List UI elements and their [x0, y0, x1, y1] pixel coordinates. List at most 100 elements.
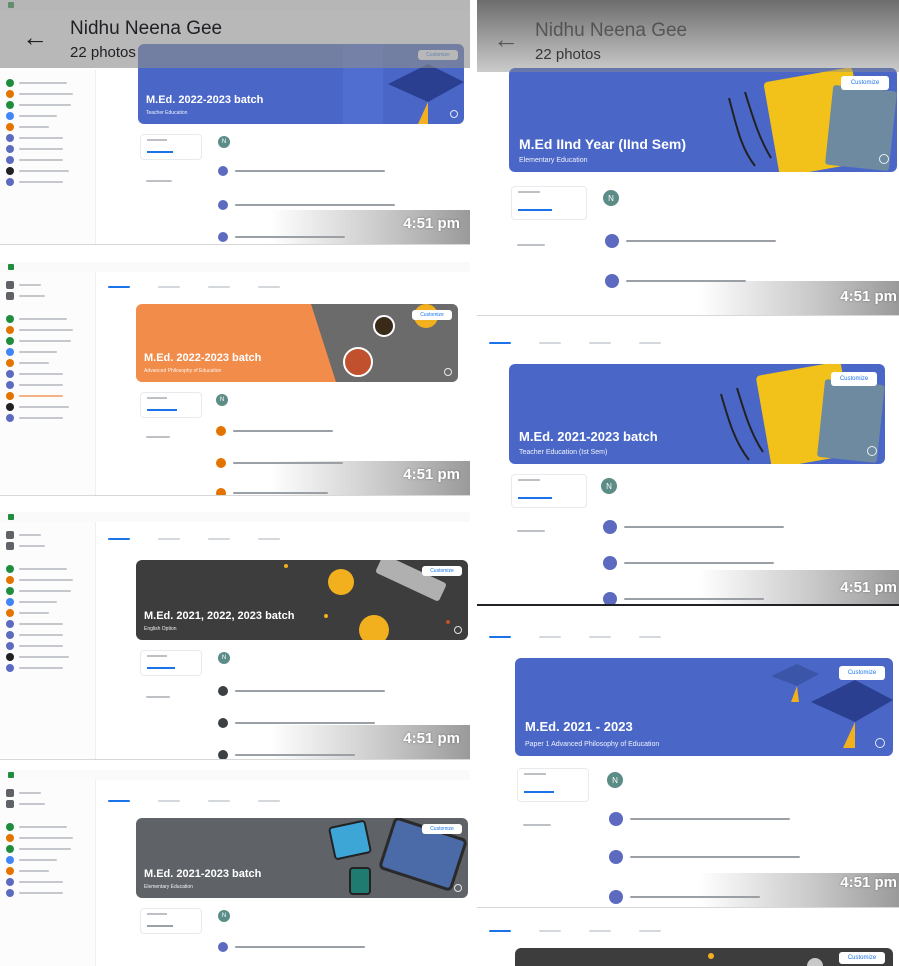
tab-classwork[interactable]	[158, 538, 180, 540]
classroom-sidebar[interactable]	[0, 780, 96, 966]
classroom-sidebar[interactable]	[0, 272, 96, 495]
sidebar-class-item[interactable]	[6, 608, 89, 618]
sidebar-class-item[interactable]	[6, 391, 89, 401]
stream-post[interactable]	[603, 520, 784, 534]
class-code-card[interactable]	[517, 768, 589, 802]
class-code-card[interactable]	[140, 134, 202, 160]
sidebar-calendar[interactable]	[6, 541, 89, 551]
sidebar-class-item[interactable]	[6, 347, 89, 357]
stream-post[interactable]	[218, 686, 385, 696]
class-code-card[interactable]	[511, 474, 587, 508]
sidebar-class-item[interactable]	[6, 855, 89, 865]
customize-button[interactable]: Customize	[831, 372, 877, 386]
info-icon[interactable]	[444, 368, 452, 376]
class-code-card[interactable]	[511, 186, 587, 220]
tab-grades[interactable]	[639, 930, 661, 932]
sidebar-class-item[interactable]	[6, 155, 89, 165]
tab-stream[interactable]	[489, 930, 511, 932]
sidebar-class-item[interactable]	[6, 844, 89, 854]
classroom-tabs[interactable]	[108, 796, 280, 806]
sidebar-class-item[interactable]	[6, 586, 89, 596]
sidebar-class-item[interactable]	[6, 641, 89, 651]
tab-grades[interactable]	[258, 538, 280, 540]
tab-people[interactable]	[589, 342, 611, 344]
sidebar-calendar[interactable]	[6, 799, 89, 809]
tab-grades[interactable]	[258, 800, 280, 802]
info-icon[interactable]	[867, 446, 877, 456]
tab-stream[interactable]	[108, 286, 130, 288]
tab-people[interactable]	[208, 800, 230, 802]
stream-post[interactable]	[609, 812, 790, 826]
sidebar-class-item[interactable]	[6, 564, 89, 574]
sidebar-home[interactable]	[6, 530, 89, 540]
tab-people[interactable]	[208, 538, 230, 540]
sidebar-class-item[interactable]	[6, 122, 89, 132]
tab-people[interactable]	[208, 286, 230, 288]
sidebar-class-item[interactable]	[6, 619, 89, 629]
tab-grades[interactable]	[639, 342, 661, 344]
info-icon[interactable]	[450, 110, 458, 118]
sidebar-class-item[interactable]	[6, 111, 89, 121]
tab-classwork[interactable]	[539, 342, 561, 344]
classroom-tabs[interactable]	[108, 282, 280, 292]
tab-grades[interactable]	[258, 286, 280, 288]
classroom-sidebar[interactable]	[0, 70, 96, 244]
tab-classwork[interactable]	[539, 930, 561, 932]
stream-post[interactable]	[609, 850, 800, 864]
customize-button[interactable]: Customize	[422, 566, 462, 576]
sidebar-class-item[interactable]	[6, 133, 89, 143]
arrow-back-icon[interactable]: ←	[493, 26, 519, 52]
tab-stream[interactable]	[489, 342, 511, 344]
sidebar-class-item[interactable]	[6, 663, 89, 673]
stream-post[interactable]	[218, 942, 365, 952]
classroom-tabs[interactable]	[489, 926, 661, 936]
sidebar-class-item[interactable]	[6, 89, 89, 99]
sidebar-home[interactable]	[6, 788, 89, 798]
sidebar-class-item[interactable]	[6, 369, 89, 379]
sidebar-class-item[interactable]	[6, 325, 89, 335]
class-code-card[interactable]	[140, 650, 202, 676]
classroom-tabs[interactable]	[489, 338, 661, 348]
tab-classwork[interactable]	[158, 286, 180, 288]
tab-classwork[interactable]	[539, 636, 561, 638]
sidebar-class-item[interactable]	[6, 652, 89, 662]
sidebar-class-item[interactable]	[6, 336, 89, 346]
customize-button[interactable]: Customize	[412, 310, 452, 320]
tab-stream[interactable]	[108, 538, 130, 540]
customize-button[interactable]: Customize	[839, 666, 885, 680]
sidebar-class-item[interactable]	[6, 100, 89, 110]
sidebar-class-item[interactable]	[6, 402, 89, 412]
tab-people[interactable]	[589, 930, 611, 932]
sidebar-class-item[interactable]	[6, 877, 89, 887]
arrow-back-icon[interactable]: ←	[22, 24, 48, 50]
tab-grades[interactable]	[639, 636, 661, 638]
stream-post[interactable]	[603, 556, 774, 570]
sidebar-class-item[interactable]	[6, 575, 89, 585]
classroom-tabs[interactable]	[108, 534, 280, 544]
sidebar-class-item[interactable]	[6, 380, 89, 390]
classroom-sidebar[interactable]	[0, 522, 96, 759]
sidebar-class-item[interactable]	[6, 833, 89, 843]
class-code-card[interactable]	[140, 392, 202, 418]
stream-post[interactable]	[218, 166, 385, 176]
sidebar-class-item[interactable]	[6, 888, 89, 898]
sidebar-home[interactable]	[6, 280, 89, 290]
sidebar-class-item[interactable]	[6, 597, 89, 607]
info-icon[interactable]	[454, 626, 462, 634]
sidebar-class-item[interactable]	[6, 822, 89, 832]
tab-people[interactable]	[589, 636, 611, 638]
info-icon[interactable]	[454, 884, 462, 892]
sidebar-class-item[interactable]	[6, 78, 89, 88]
customize-button[interactable]: Customize	[839, 952, 885, 964]
stream-post[interactable]	[218, 200, 395, 210]
classroom-tabs[interactable]	[489, 632, 661, 642]
info-icon[interactable]	[879, 154, 889, 164]
sidebar-class-item[interactable]	[6, 358, 89, 368]
tab-stream[interactable]	[108, 800, 130, 802]
class-code-card[interactable]	[140, 908, 202, 934]
sidebar-class-item[interactable]	[6, 630, 89, 640]
sidebar-class-item[interactable]	[6, 144, 89, 154]
sidebar-class-item[interactable]	[6, 866, 89, 876]
stream-post[interactable]	[605, 234, 776, 248]
sidebar-class-item[interactable]	[6, 177, 89, 187]
